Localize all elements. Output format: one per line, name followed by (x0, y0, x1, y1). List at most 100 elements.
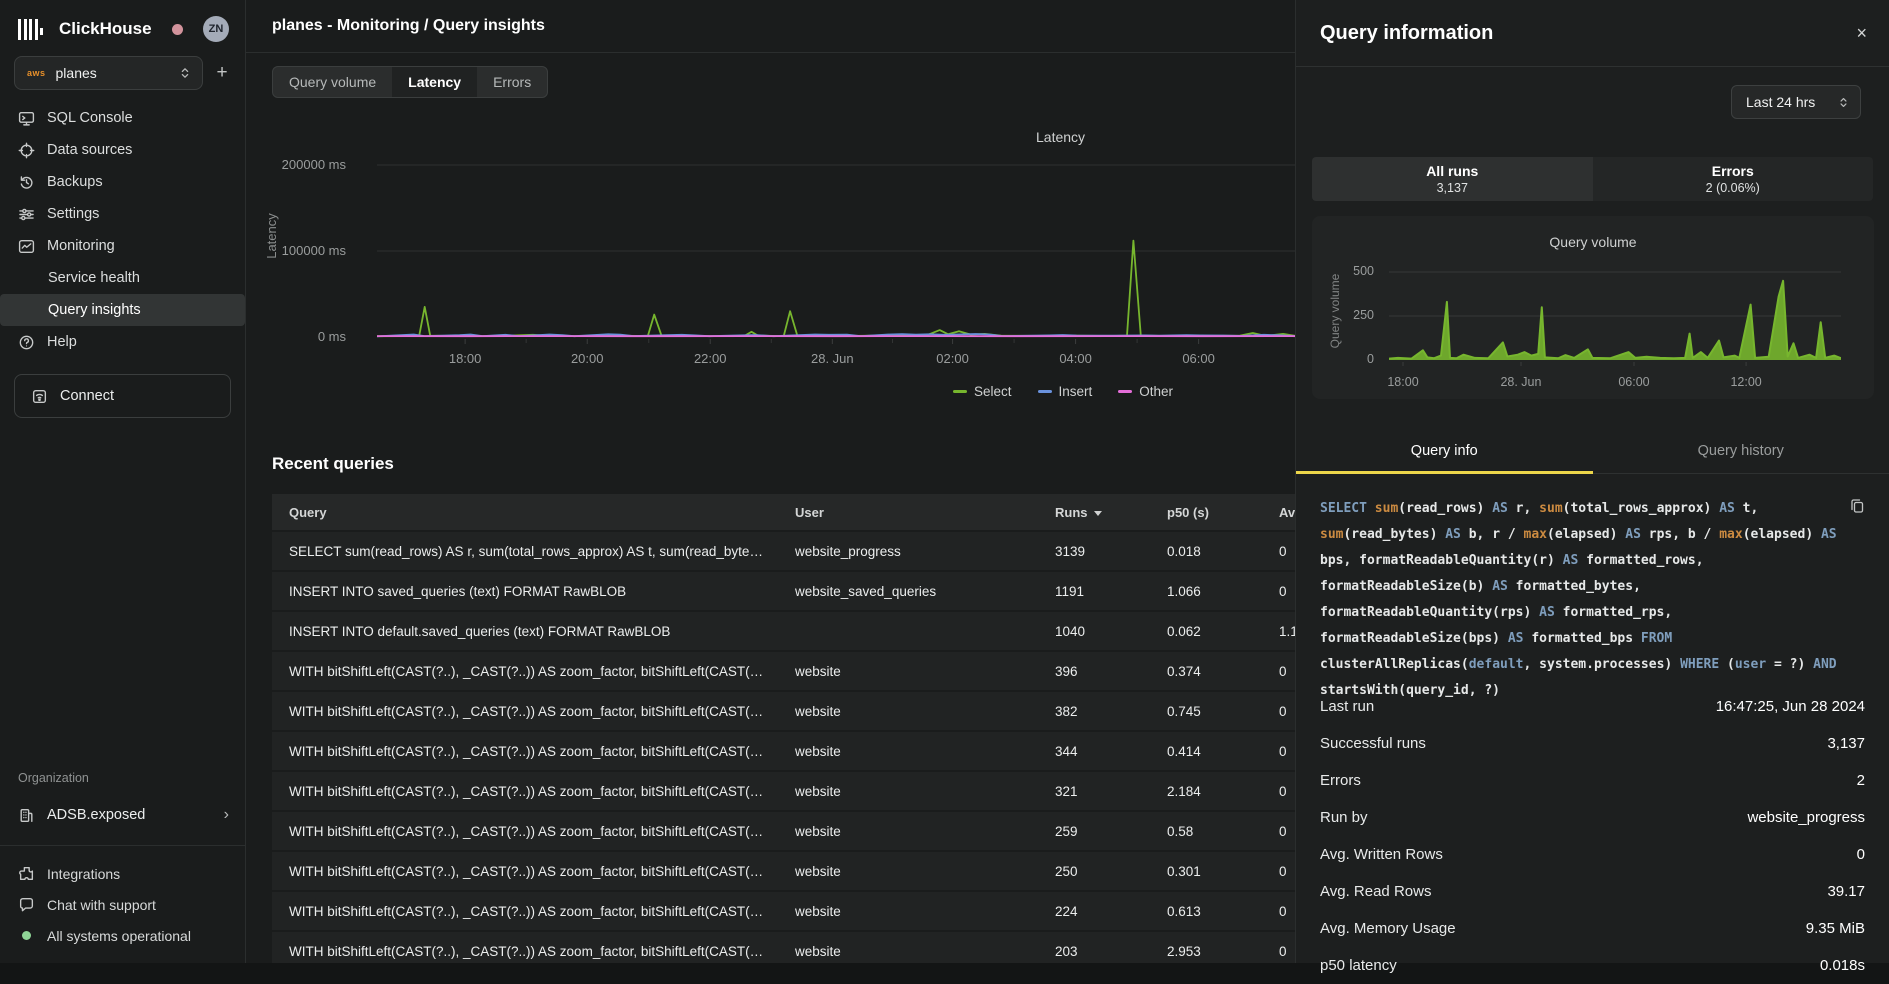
sql-text: ( (1719, 657, 1735, 672)
avg-cell: 0 (1262, 691, 1295, 731)
add-service-button[interactable]: + (211, 62, 233, 84)
avg-cell: 0 (1262, 811, 1295, 851)
footer-item-integrations[interactable]: Integrations (0, 858, 245, 889)
table-row[interactable]: WITH bitShiftLeft(CAST(?..), _CAST(?..))… (272, 811, 1295, 851)
sidebar-item-settings[interactable]: Settings (0, 198, 245, 230)
query-cell: WITH bitShiftLeft(CAST(?..), _CAST(?..))… (272, 771, 778, 811)
table-row[interactable]: WITH bitShiftLeft(CAST(?..), _CAST(?..))… (272, 691, 1295, 731)
latency-chart-title: Latency (1036, 129, 1085, 145)
sql-text: (elapsed) (1547, 527, 1625, 542)
legend-swatch (1118, 390, 1132, 393)
runs-cell: 382 (1038, 691, 1150, 731)
stat-row-last-run: Last run16:47:25, Jun 28 2024 (1320, 688, 1865, 725)
status-dot-icon (18, 927, 35, 944)
table-row[interactable]: WITH bitShiftLeft(CAST(?..), _CAST(?..))… (272, 931, 1295, 963)
footer-item-all-systems-operational[interactable]: All systems operational (0, 920, 245, 951)
summary-tab-value: 2 (0.06%) (1706, 181, 1760, 195)
tab-latency[interactable]: Latency (392, 67, 477, 97)
p50-cell: 0.301 (1150, 851, 1262, 891)
sidebar-item-label: Help (47, 334, 77, 350)
sidebar-item-help[interactable]: Help (0, 326, 245, 358)
table-row[interactable]: WITH bitShiftLeft(CAST(?..), _CAST(?..))… (272, 651, 1295, 691)
sidebar-item-data-sources[interactable]: Data sources (0, 134, 245, 166)
user-cell: website (778, 691, 1038, 731)
footer-item-label: Chat with support (47, 897, 156, 913)
sidebar-item-monitoring[interactable]: Monitoring (0, 230, 245, 262)
footer-item-chat-with-support[interactable]: Chat with support (0, 889, 245, 920)
column-header-user[interactable]: User (778, 494, 1038, 531)
sidebar-item-backups[interactable]: Backups (0, 166, 245, 198)
legend-item-insert[interactable]: Insert (1038, 384, 1093, 399)
notification-dot-icon[interactable] (172, 24, 183, 35)
column-header-p50-s[interactable]: p50 (s) (1150, 494, 1262, 531)
table-row[interactable]: WITH bitShiftLeft(CAST(?..), _CAST(?..))… (272, 771, 1295, 811)
avg-cell: 0 (1262, 891, 1295, 931)
copy-icon[interactable] (1849, 498, 1865, 514)
summary-tab-value: 3,137 (1437, 181, 1468, 195)
main-header: planes - Monitoring / Query insights (246, 0, 1295, 53)
latency-chart[interactable] (377, 160, 1295, 350)
legend-item-other[interactable]: Other (1118, 384, 1173, 399)
sql-text: (elapsed) (1743, 527, 1821, 542)
legend-item-select[interactable]: Select (953, 384, 1012, 399)
sidebar-item-sql-console[interactable]: SQL Console (0, 102, 245, 134)
avatar[interactable]: ZN (203, 16, 229, 42)
column-header-avg[interactable]: Avg. (1262, 494, 1295, 531)
connect-button[interactable]: Connect (14, 374, 231, 418)
sql-text: rps, b / (1641, 527, 1719, 542)
sidebar-item-label: Monitoring (47, 238, 115, 254)
sidebar-item-service-health[interactable]: Service health (0, 262, 245, 294)
avg-cell: 0 (1262, 931, 1295, 963)
sql-keyword: FROM (1641, 631, 1672, 646)
clickhouse-logo-icon[interactable] (18, 17, 43, 41)
query-cell: WITH bitShiftLeft(CAST(?..), _CAST(?..))… (272, 851, 778, 891)
sql-keyword: AS (1563, 553, 1579, 568)
sql-console-icon (18, 110, 35, 127)
x-tick-label: 22:00 (670, 351, 750, 366)
x-tick-label: 04:00 (1036, 351, 1116, 366)
stat-row-avg-memory-usage: Avg. Memory Usage9.35 MiB (1320, 910, 1865, 947)
stat-value: website_progress (1747, 809, 1865, 826)
monitoring-icon (18, 238, 35, 255)
query-cell: WITH bitShiftLeft(CAST(?..), _CAST(?..))… (272, 651, 778, 691)
query-cell: WITH bitShiftLeft(CAST(?..), _CAST(?..))… (272, 811, 778, 851)
project-selector[interactable]: aws planes (14, 56, 203, 90)
info-tab-query-info[interactable]: Query info (1296, 429, 1593, 473)
tab-query-volume[interactable]: Query volume (273, 67, 392, 97)
sidebar-item-query-insights[interactable]: Query insights (0, 294, 245, 326)
table-row[interactable]: WITH bitShiftLeft(CAST(?..), _CAST(?..))… (272, 891, 1295, 931)
avg-cell: 0 (1262, 651, 1295, 691)
table-row[interactable]: WITH bitShiftLeft(CAST(?..), _CAST(?..))… (272, 731, 1295, 771)
avg-cell: 0 (1262, 771, 1295, 811)
volume-chart[interactable] (1389, 255, 1841, 367)
sql-keyword: AS (1539, 605, 1555, 620)
summary-tab-all-runs[interactable]: All runs3,137 (1312, 157, 1593, 201)
user-cell: website (778, 811, 1038, 851)
summary-tab-errors[interactable]: Errors2 (0.06%) (1593, 157, 1874, 201)
table-row[interactable]: INSERT INTO saved_queries (text) FORMAT … (272, 571, 1295, 611)
stat-label: Avg. Read Rows (1320, 883, 1431, 900)
stat-label: Run by (1320, 809, 1368, 826)
column-header-query[interactable]: Query (272, 494, 778, 531)
info-tab-query-history[interactable]: Query history (1593, 429, 1889, 473)
stat-label: Avg. Memory Usage (1320, 920, 1456, 937)
y-tick-label: 250 (1312, 308, 1374, 322)
table-row[interactable]: SELECT sum(read_rows) AS r, sum(total_ro… (272, 531, 1295, 571)
table-row[interactable]: WITH bitShiftLeft(CAST(?..), _CAST(?..))… (272, 851, 1295, 891)
column-header-runs[interactable]: Runs (1038, 494, 1150, 531)
close-icon[interactable]: × (1856, 24, 1867, 42)
stat-value: 16:47:25, Jun 28 2024 (1716, 698, 1865, 715)
query-cell: INSERT INTO saved_queries (text) FORMAT … (272, 571, 778, 611)
table-row[interactable]: INSERT INTO default.saved_queries (text)… (272, 611, 1295, 651)
organization-selector[interactable]: ADSB.exposed › (0, 795, 245, 835)
sql-keyword: AS (1821, 527, 1837, 542)
sql-keyword: SELECT (1320, 501, 1367, 516)
legend-label: Select (974, 384, 1012, 399)
runs-cell: 250 (1038, 851, 1150, 891)
recent-queries-title: Recent queries (272, 454, 394, 474)
data-sources-icon (18, 142, 35, 159)
x-tick-label: 18:00 (1363, 375, 1443, 389)
sql-text: (total_rows_approx) (1563, 501, 1720, 516)
time-range-select[interactable]: Last 24 hrs (1731, 85, 1861, 119)
tab-errors[interactable]: Errors (477, 67, 547, 97)
